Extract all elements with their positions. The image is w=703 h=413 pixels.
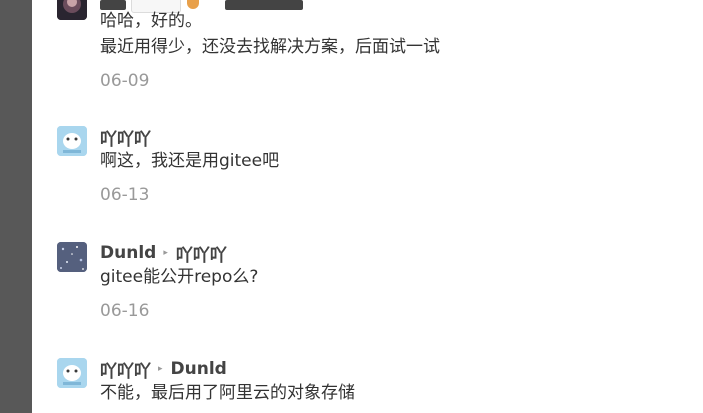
left-panel-edge	[0, 0, 32, 413]
comment-date: 06-13	[100, 185, 150, 205]
reply-arrow-icon: ▸	[163, 248, 168, 258]
avatar[interactable]	[57, 358, 87, 388]
avatar[interactable]	[57, 242, 87, 272]
comment-date: 06-16	[100, 301, 150, 321]
comment-text-line: 最近用得少，还没去找解决方案，后面试一试	[100, 37, 440, 57]
avatar[interactable]	[57, 126, 87, 156]
author-name[interactable]: Dunld	[100, 243, 156, 263]
author-name[interactable]: 吖吖吖	[100, 357, 151, 382]
comment-text: 不能，最后用了阿里云的对象存储	[100, 383, 355, 403]
reply-to-name[interactable]: 吖吖吖	[176, 241, 227, 266]
author-name[interactable]: 吖吖吖	[100, 125, 151, 150]
reply-to-name[interactable]: Dunld	[171, 359, 227, 379]
avatar[interactable]	[57, 0, 87, 20]
comment-text-line: 哈哈，好的。	[100, 11, 202, 31]
comment-text: gitee能公开repo么?	[100, 267, 259, 287]
comment-date: 06-09	[100, 71, 150, 91]
reply-arrow-icon: ▸	[158, 364, 163, 374]
comment-text: 啊这，我还是用gitee吧	[100, 151, 280, 171]
